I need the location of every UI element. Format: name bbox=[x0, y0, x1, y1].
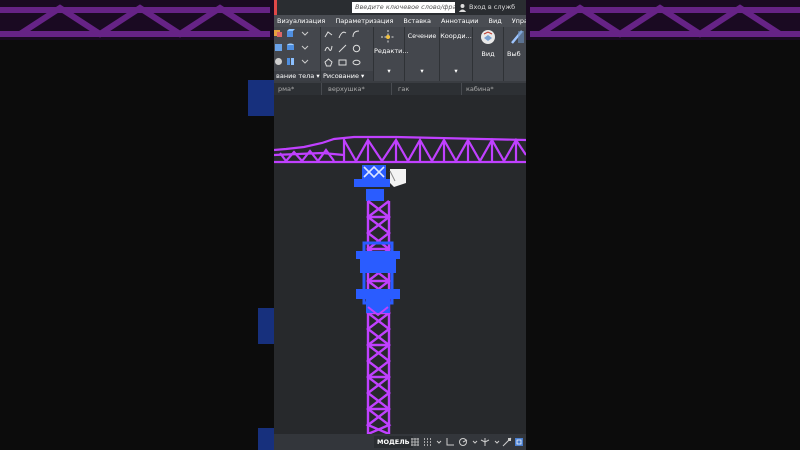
extrude-icon[interactable] bbox=[274, 43, 283, 52]
view-button[interactable]: Вид bbox=[473, 50, 503, 58]
chevron-down-icon[interactable]: ▾ bbox=[440, 67, 472, 75]
snap-icon[interactable] bbox=[422, 437, 432, 447]
panel-draw: Рисование ▾ bbox=[321, 27, 374, 81]
chevron-down-icon[interactable]: ▾ bbox=[405, 67, 439, 75]
user-icon bbox=[458, 3, 467, 12]
grid-icon[interactable] bbox=[410, 437, 420, 447]
rectangle-icon[interactable] bbox=[338, 58, 347, 67]
move-icon[interactable] bbox=[380, 29, 396, 45]
drawing-viewport[interactable] bbox=[274, 95, 526, 436]
panel-modify: Редакти... ▾ bbox=[374, 27, 409, 81]
drawing-tab-frame[interactable]: рма* bbox=[274, 83, 322, 95]
drawing-tab-cabin[interactable]: кабина* bbox=[462, 83, 526, 95]
tab-manage[interactable]: Управлен bbox=[507, 15, 526, 27]
ribbon: вание тела ▾ Рисование ▾ Редакти... ▾ Се… bbox=[274, 27, 526, 81]
chevron-down-icon[interactable] bbox=[470, 437, 480, 447]
workspace-icon[interactable] bbox=[514, 437, 524, 447]
chevron-down-icon[interactable] bbox=[434, 437, 444, 447]
crane-cabin bbox=[389, 169, 406, 187]
crane-model-drawing bbox=[274, 135, 526, 436]
coordinates-button[interactable]: Коорди... bbox=[440, 32, 472, 40]
panel-solid-editing: вание тела ▾ bbox=[274, 27, 321, 81]
chevron-down-icon[interactable] bbox=[300, 43, 309, 52]
tab-insert[interactable]: Вставка bbox=[398, 15, 436, 27]
line-icon[interactable] bbox=[338, 44, 347, 53]
ellipse-icon[interactable] bbox=[352, 58, 361, 67]
drawing-tab-hook[interactable]: гак bbox=[394, 83, 462, 95]
crane-tower-mast bbox=[365, 200, 392, 436]
panel-section: Сечение ▾ bbox=[405, 27, 440, 81]
panel-solid-editing-label[interactable]: вание тела ▾ bbox=[274, 71, 320, 81]
sign-in-button[interactable]: Вход в служб bbox=[458, 1, 526, 14]
polyline-icon[interactable] bbox=[324, 30, 333, 39]
crane-jib bbox=[274, 135, 526, 164]
section-button[interactable]: Сечение bbox=[405, 32, 439, 40]
arc-icon[interactable] bbox=[338, 30, 347, 39]
spline-icon[interactable] bbox=[324, 44, 333, 53]
polar-tracking-icon[interactable] bbox=[458, 437, 468, 447]
panel-coordinates: Коорди... ▾ bbox=[440, 27, 473, 81]
tab-view[interactable]: Вид bbox=[484, 15, 507, 27]
drawing-tabs: рма* верхушка* гак кабина* bbox=[274, 83, 526, 95]
crane-slewing-unit bbox=[354, 165, 390, 201]
isodraft-icon[interactable] bbox=[480, 437, 490, 447]
sphere-icon[interactable] bbox=[274, 57, 283, 66]
chevron-down-icon[interactable] bbox=[300, 29, 309, 38]
chevron-down-icon[interactable]: ▾ bbox=[374, 67, 404, 75]
panel-selection: Выб bbox=[504, 27, 526, 81]
ribbon-tabs: Визуализация Параметризация Вставка Анно… bbox=[274, 15, 526, 27]
status-bar: МОДЕЛЬ bbox=[274, 434, 526, 450]
box-icon[interactable] bbox=[286, 29, 295, 38]
chevron-down-icon[interactable] bbox=[300, 57, 309, 66]
panel-draw-label[interactable]: Рисование ▾ bbox=[321, 71, 373, 81]
tab-annotate[interactable]: Аннотации bbox=[436, 15, 484, 27]
view-cube-icon[interactable] bbox=[480, 29, 496, 45]
ortho-icon[interactable] bbox=[445, 437, 455, 447]
drawing-tab-top[interactable]: верхушка* bbox=[324, 83, 392, 95]
search-input[interactable]: Введите ключевое слово/фразу bbox=[352, 2, 455, 13]
object-snap-icon[interactable] bbox=[502, 437, 512, 447]
tab-visualization[interactable]: Визуализация bbox=[274, 15, 330, 27]
panel-view: Вид bbox=[473, 27, 504, 81]
sign-in-label: Вход в служб bbox=[469, 3, 516, 11]
cylinder-icon[interactable] bbox=[286, 43, 295, 52]
union-icon[interactable] bbox=[274, 29, 283, 38]
select-button[interactable]: Выб bbox=[507, 50, 526, 58]
model-tab[interactable]: МОДЕЛЬ bbox=[374, 436, 413, 448]
polygon-icon[interactable] bbox=[324, 58, 333, 67]
chevron-down-icon[interactable] bbox=[492, 437, 502, 447]
autocad-window: Введите ключевое слово/фразу Вход в служ… bbox=[274, 0, 526, 450]
arc-3pt-icon[interactable] bbox=[352, 30, 361, 39]
slice-icon[interactable] bbox=[286, 57, 295, 66]
app-icon bbox=[274, 0, 277, 15]
tab-parametric[interactable]: Параметризация bbox=[330, 15, 398, 27]
crane-climbing-frame bbox=[356, 241, 400, 317]
modify-button[interactable]: Редакти... bbox=[374, 47, 409, 55]
title-bar: Введите ключевое слово/фразу Вход в служ… bbox=[274, 0, 526, 15]
select-icon[interactable] bbox=[509, 29, 525, 45]
circle-icon[interactable] bbox=[352, 44, 361, 53]
